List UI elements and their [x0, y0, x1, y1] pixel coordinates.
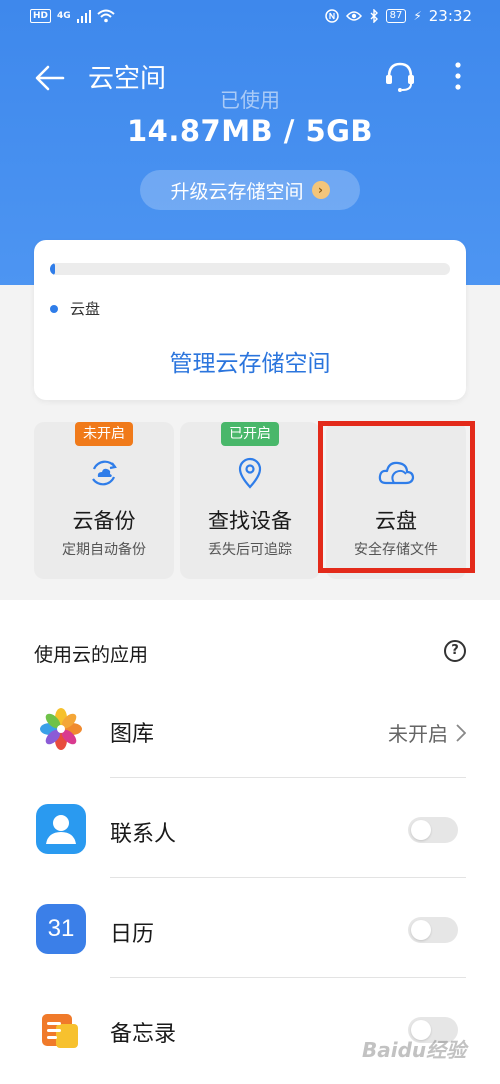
- app-row-notepad: 备忘录: [0, 978, 500, 1078]
- tile-subtitle: 定期自动备份: [62, 542, 146, 558]
- cloud-sync-icon: [92, 460, 117, 486]
- apps-section: 使用云的应用 ? 图库 未开启 联系人 31 日历 备忘录: [0, 600, 500, 1084]
- upgrade-storage-button[interactable]: 升级云存储空间 ›: [140, 170, 360, 210]
- status-badge: 已开启: [221, 422, 279, 446]
- toggle-knob: [411, 820, 431, 840]
- app-status: 未开启: [388, 718, 466, 747]
- gallery-icon: [36, 704, 86, 754]
- legend-label: 云盘: [70, 300, 101, 318]
- calendar-icon: 31: [36, 904, 86, 954]
- notepad-icon: [36, 1004, 86, 1054]
- sync-toggle[interactable]: [408, 917, 458, 943]
- wifi-icon: [97, 9, 115, 23]
- watermark: Baidu经验: [362, 1038, 467, 1062]
- app-name: 日历: [110, 922, 155, 947]
- status-bar: HD 4G 87 ⚡ 23:32: [0, 0, 500, 34]
- status-badge: 未开启: [75, 422, 133, 446]
- highlight-box: [318, 421, 475, 573]
- used-label: 已使用: [220, 88, 280, 112]
- app-row-calendar: 31 日历: [0, 878, 500, 978]
- contacts-icon: [36, 804, 86, 854]
- eye-icon: [345, 11, 362, 21]
- toggle-knob: [411, 920, 431, 940]
- battery-level: 87: [385, 9, 407, 23]
- chevron-right-icon: ›: [311, 181, 330, 199]
- storage-card: 云盘 管理云存储空间: [34, 240, 466, 400]
- used-value: 14.87MB / 5GB: [126, 114, 374, 148]
- storage-legend: 云盘: [50, 298, 100, 319]
- storage-progress-bar: [50, 263, 450, 275]
- charging-icon: ⚡: [413, 9, 422, 23]
- tile-title: 云备份: [72, 509, 136, 533]
- app-name: 联系人: [110, 822, 177, 847]
- apps-section-title: 使用云的应用: [34, 644, 149, 666]
- bluetooth-icon: [370, 9, 378, 23]
- tile-cloud-backup[interactable]: 未开启 云备份 定期自动备份: [34, 422, 174, 579]
- storage-progress-fill: [50, 263, 55, 275]
- app-row-contacts: 联系人: [0, 778, 500, 878]
- signal-icon: [76, 9, 91, 23]
- tile-subtitle: 丢失后可追踪: [208, 542, 292, 558]
- clock: 23:32: [428, 7, 472, 25]
- tile-find-device[interactable]: 已开启 查找设备 丢失后可追踪: [180, 422, 320, 579]
- chevron-right-icon: [456, 723, 466, 742]
- nfc-icon: [324, 9, 339, 23]
- app-name: 图库: [110, 722, 155, 747]
- upgrade-label: 升级云存储空间: [170, 180, 304, 203]
- app-status-label: 未开启: [388, 722, 448, 746]
- tile-title: 查找设备: [208, 509, 292, 533]
- network-type: 4G: [57, 11, 71, 21]
- legend-dot: [50, 304, 58, 313]
- hd-badge: HD: [30, 9, 52, 23]
- calendar-day: 31: [47, 915, 75, 942]
- location-pin-icon: [238, 457, 262, 489]
- app-row-gallery[interactable]: 图库 未开启: [0, 678, 500, 778]
- sync-toggle[interactable]: [408, 817, 458, 843]
- question-circle-icon[interactable]: ?: [444, 640, 466, 662]
- app-name: 备忘录: [110, 1022, 177, 1047]
- manage-storage-link[interactable]: 管理云存储空间: [34, 344, 466, 378]
